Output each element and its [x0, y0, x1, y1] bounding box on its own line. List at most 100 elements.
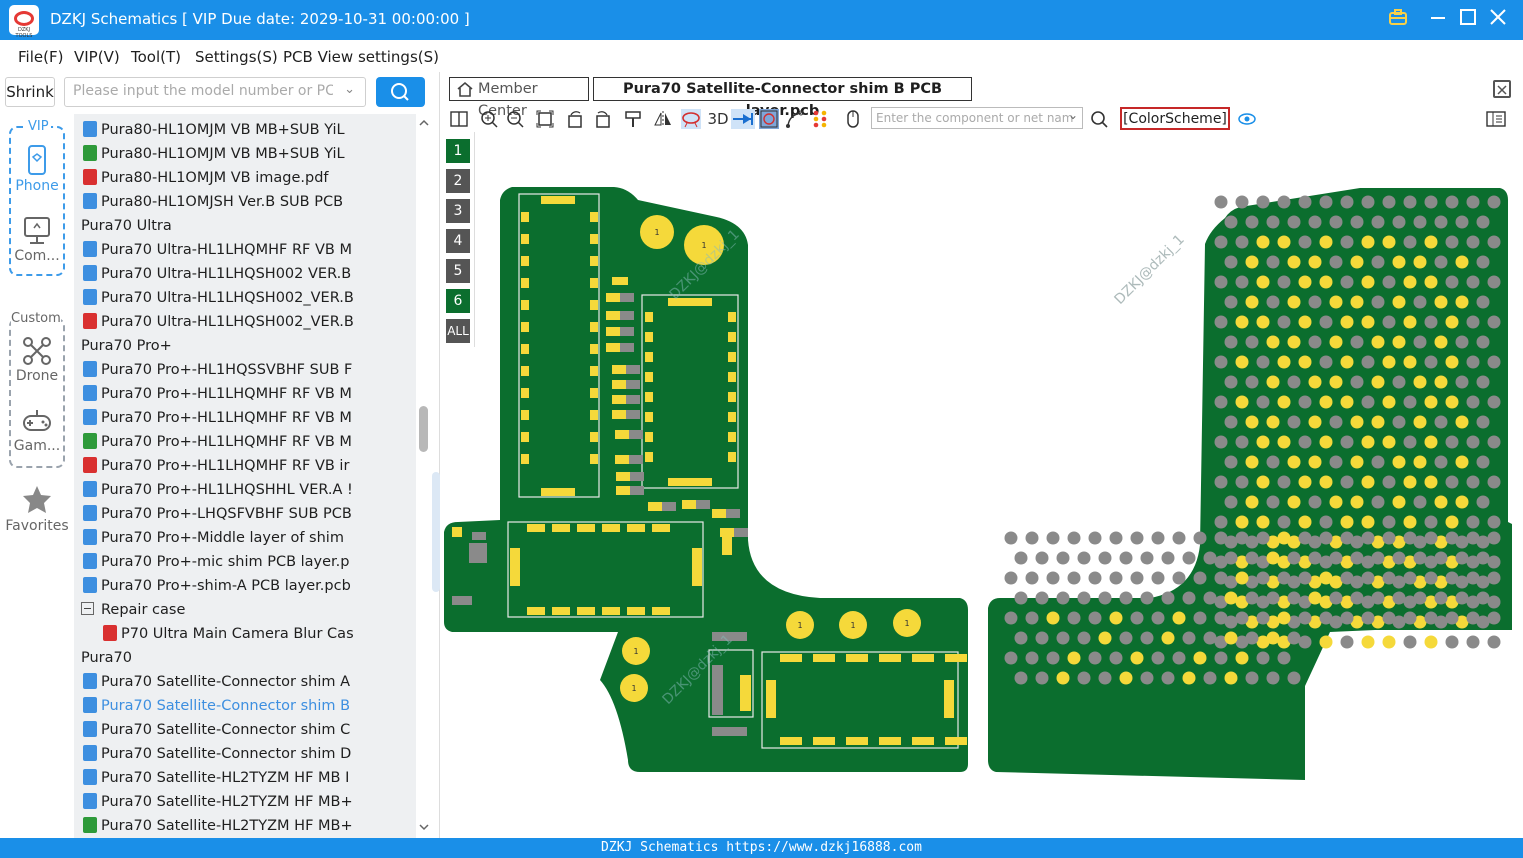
tree-file[interactable]: Pura70 Pro+-HL1LHQSHHL VER.A ! [83, 478, 353, 502]
ball-pad [1298, 315, 1312, 329]
tree-file[interactable]: Pura80-HL1OMJM VB image.pdf [83, 166, 329, 190]
category-phone[interactable]: Phone [2, 144, 72, 194]
net-highlight-icon[interactable] [681, 109, 701, 129]
chevron-up-icon[interactable] [416, 116, 432, 130]
menu-tool[interactable]: Tool(T) [131, 48, 181, 66]
brush-icon[interactable] [623, 109, 643, 129]
tree-file[interactable]: Pura70 Satellite-Connector shim D [83, 742, 351, 766]
mirror-icon[interactable] [653, 109, 673, 129]
pad [521, 454, 529, 464]
tree-file[interactable]: Pura70 Ultra-HL1LHQSH002 VER.B [83, 262, 351, 286]
pin-icon[interactable] [731, 109, 755, 129]
ball-pad [1350, 295, 1364, 309]
tree-file[interactable]: Pura70 Pro+-Middle layer of shim [83, 526, 344, 550]
ball-pad [1287, 631, 1301, 645]
pcb-board-drawing[interactable]: 111 1 111 DZKJ@dzkj_1 DZKJ@dzkj_1 DZKJ@dzk… [441, 172, 1523, 838]
model-search-input[interactable] [73, 83, 333, 99]
close-tab-icon[interactable] [1493, 80, 1511, 98]
pcb-canvas[interactable]: 1111111 DZKJ@dzkj_1 DZKJ@dzkj_1 DZKJ@dzk… [441, 172, 1523, 838]
ball-pad [1392, 455, 1406, 469]
search-icon[interactable] [1089, 109, 1109, 129]
pad [590, 410, 598, 420]
tree-file[interactable]: Pura70 Pro+-HL1LHQMHF RF VB ir [83, 454, 349, 478]
close-button[interactable] [1487, 8, 1509, 32]
tree-file[interactable]: Pura70 Satellite-Connector shim A [83, 670, 350, 694]
color-scheme-button[interactable]: [ColorScheme] [1120, 107, 1230, 130]
tree-file[interactable]: Pura70 Satellite-HL2TYZM HF MB+ [83, 790, 353, 814]
tree-folder[interactable]: Pura70 [74, 646, 132, 670]
rotate-right-icon[interactable] [593, 109, 613, 129]
ball-pad [1329, 335, 1343, 349]
ball-pad [1277, 195, 1291, 209]
maximize-button[interactable] [1457, 8, 1479, 32]
category-favorites[interactable]: Favorites [2, 484, 72, 534]
tree-file[interactable]: P70 Ultra Main Camera Blur Cas [103, 622, 354, 646]
ball-pad [1319, 195, 1333, 209]
trace-icon[interactable] [785, 109, 805, 129]
menu-file[interactable]: File(F) [18, 48, 63, 66]
category-drone[interactable]: Drone [2, 334, 72, 384]
briefcase-icon[interactable] [1387, 8, 1409, 32]
tree-file[interactable]: Pura70 Pro+-HL1HQSSVBHF SUB F [83, 358, 352, 382]
tree-file[interactable]: Pura70 Satellite-Connector shim B [83, 694, 350, 718]
tree-file[interactable]: Pura70 Pro+-mic shim PCB layer.p [83, 550, 350, 574]
scroll-thumb[interactable] [419, 406, 428, 452]
tree-file[interactable]: Pura70 Pro+-HL1LHQMHF RF VB M [83, 382, 352, 406]
tree-file[interactable]: Pura70 Ultra-HL1LHQMHF RF VB M [83, 238, 352, 262]
tree-folder[interactable]: Pura70 Ultra [74, 214, 172, 238]
chevron-down-icon[interactable]: ⌄ [344, 82, 355, 97]
tab-member-center[interactable]: Member Center [449, 77, 589, 119]
tree-file[interactable]: Pura70 Pro+-shim-A PCB layer.pcb [83, 574, 351, 598]
tree-scrollbar[interactable] [416, 114, 432, 838]
tree-folder[interactable]: Pura70 Pro+ [74, 334, 172, 358]
tree-file[interactable]: Pura70 Ultra-HL1LHQSH002_VER.B [83, 310, 354, 334]
ball-pad [1224, 591, 1238, 605]
layer-1-button[interactable]: 1 [446, 139, 470, 163]
tree-file[interactable]: Pura80-HL1OMJSH Ver.B SUB PCB [83, 190, 343, 214]
mouse-icon[interactable] [843, 109, 863, 129]
shrink-button[interactable]: Shrink [5, 77, 55, 107]
component-search-input[interactable]: Enter the component or net nam ⌄ [871, 107, 1083, 129]
category-games[interactable]: Gam... [2, 404, 72, 454]
pad-select-icon[interactable] [759, 109, 779, 129]
ball-pad [1403, 571, 1417, 585]
tree-file[interactable]: Pura80-HL1OMJM VB MB+SUB YiL [83, 118, 345, 142]
zoom-out-icon[interactable] [505, 109, 525, 129]
panel-splitter[interactable] [432, 472, 440, 592]
pcb-file-icon [83, 361, 97, 377]
tree-file[interactable]: Pura70 Ultra-HL1LHQSH002_VER.B [83, 286, 354, 310]
eye-icon[interactable] [1237, 109, 1257, 129]
ball-pad [1392, 551, 1406, 565]
category-computer[interactable]: Com... [2, 214, 72, 264]
chevron-down-icon[interactable] [416, 820, 432, 834]
menu-vip[interactable]: VIP(V) [74, 48, 120, 66]
menu-settings[interactable]: Settings(S) [195, 48, 278, 66]
pad [620, 293, 634, 302]
side-panel-icon[interactable] [1485, 109, 1507, 129]
view-3d-button[interactable]: 3D [706, 109, 730, 129]
ball-pad [1193, 531, 1207, 545]
tree-file[interactable]: Pura70 Satellite-Connector shim C [83, 718, 350, 742]
minimize-button[interactable] [1427, 8, 1449, 32]
chevron-down-icon[interactable]: ⌄ [1068, 108, 1078, 122]
tree-file[interactable]: Pura70 Pro+-LHQSFVBHF SUB PCB [83, 502, 352, 526]
tree-folder[interactable]: Repair case [81, 598, 185, 622]
pad [521, 256, 529, 266]
menu-pcb-view-settings[interactable]: PCB View settings(S) [283, 48, 439, 66]
zoom-in-icon[interactable] [479, 109, 499, 129]
rotate-left-icon[interactable] [565, 109, 585, 129]
ball-pad [1487, 435, 1501, 449]
tree-file[interactable]: Pura70 Satellite-HL2TYZM HF MB I [83, 766, 349, 790]
pad [944, 680, 954, 718]
watermark-right: DZKJ@dzkj_1 [1112, 232, 1188, 308]
tree-file[interactable]: Pura70 Satellite-HL2TYZM HF MB+ [83, 814, 353, 838]
fit-view-icon[interactable] [535, 109, 555, 129]
split-view-icon[interactable] [449, 109, 469, 129]
collapse-toggle-icon[interactable] [81, 602, 94, 615]
tree-file[interactable]: Pura70 Pro+-HL1LHQMHF RF VB M [83, 430, 352, 454]
search-button[interactable] [376, 77, 425, 107]
tree-file[interactable]: Pura70 Pro+-HL1LHQMHF RF VB M [83, 406, 352, 430]
tab-active-pcb[interactable]: Pura70 Satellite-Connector shim B PCB la… [593, 77, 972, 119]
tree-file[interactable]: Pura80-HL1OMJM VB MB+SUB YiL [83, 142, 345, 166]
dots-color-icon[interactable] [811, 109, 831, 129]
